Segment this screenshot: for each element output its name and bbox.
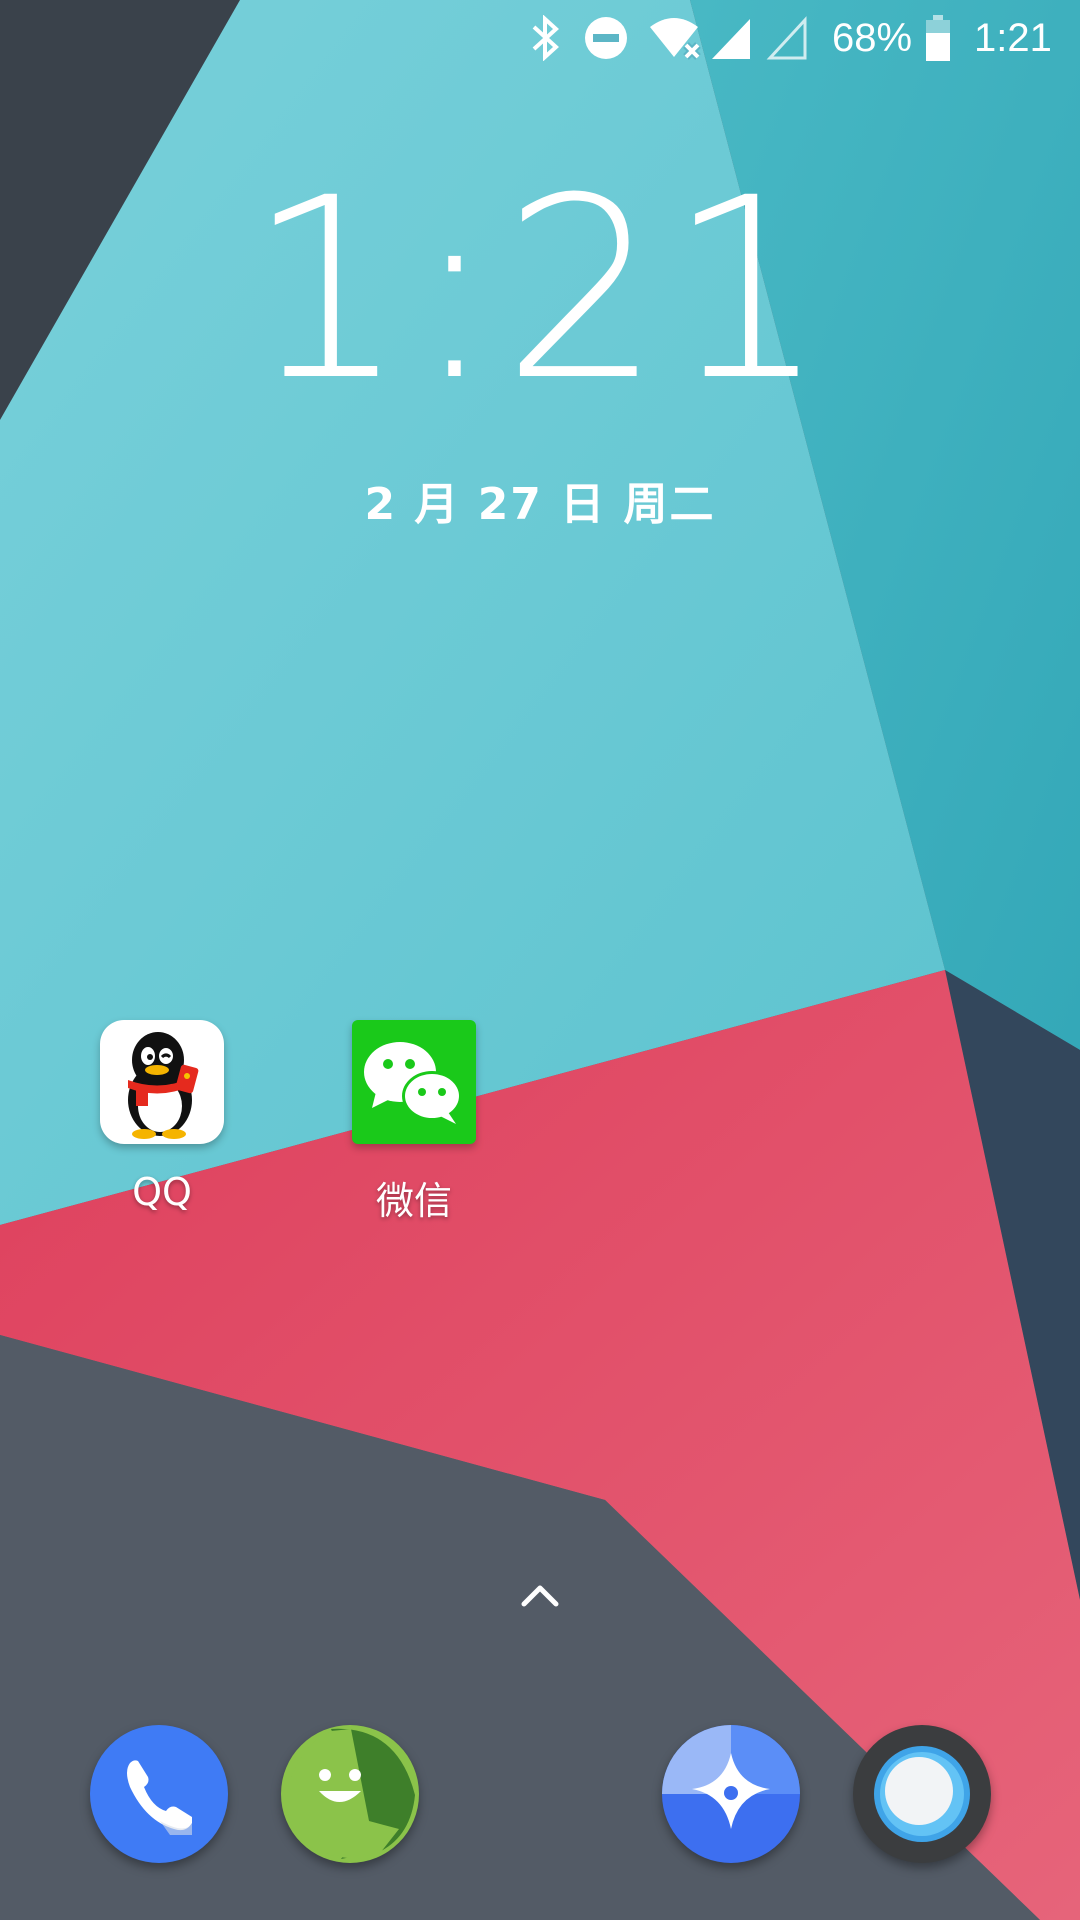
phone-icon[interactable] <box>90 1725 228 1863</box>
dock-messaging[interactable] <box>281 1725 419 1863</box>
bluetooth-icon <box>530 8 562 68</box>
browser-icon[interactable] <box>853 1725 991 1863</box>
status-time: 1:21 <box>974 15 1052 60</box>
lock-clock-date[interactable]: 2 月 27 日 周二 <box>0 468 1080 532</box>
qq-penguin-icon[interactable] <box>100 1020 224 1144</box>
battery-percent: 68% <box>832 15 913 60</box>
wechat-icon[interactable] <box>352 1020 476 1144</box>
status-bar: 68% 1:21 <box>0 0 1080 75</box>
app-wechat[interactable]: 微信 <box>324 1020 504 1225</box>
battery-icon <box>924 8 952 68</box>
chevron-up-icon[interactable] <box>520 1580 560 1610</box>
lock-clock-time: 1:21 <box>247 144 833 435</box>
signal-empty-icon <box>766 8 808 68</box>
app-label-wechat: 微信 <box>375 1179 452 1223</box>
news-icon[interactable] <box>662 1725 800 1863</box>
signal-full-icon <box>710 8 752 68</box>
wifi-no-internet-icon <box>648 8 704 68</box>
do-not-disturb-icon <box>583 8 629 68</box>
app-qq[interactable]: QQ <box>72 1020 252 1214</box>
dock-news[interactable] <box>662 1725 800 1863</box>
app-label-qq: QQ <box>132 1170 192 1214</box>
dock-phone[interactable] <box>90 1725 228 1863</box>
dock-browser[interactable] <box>853 1725 991 1863</box>
messaging-icon[interactable] <box>281 1725 419 1863</box>
